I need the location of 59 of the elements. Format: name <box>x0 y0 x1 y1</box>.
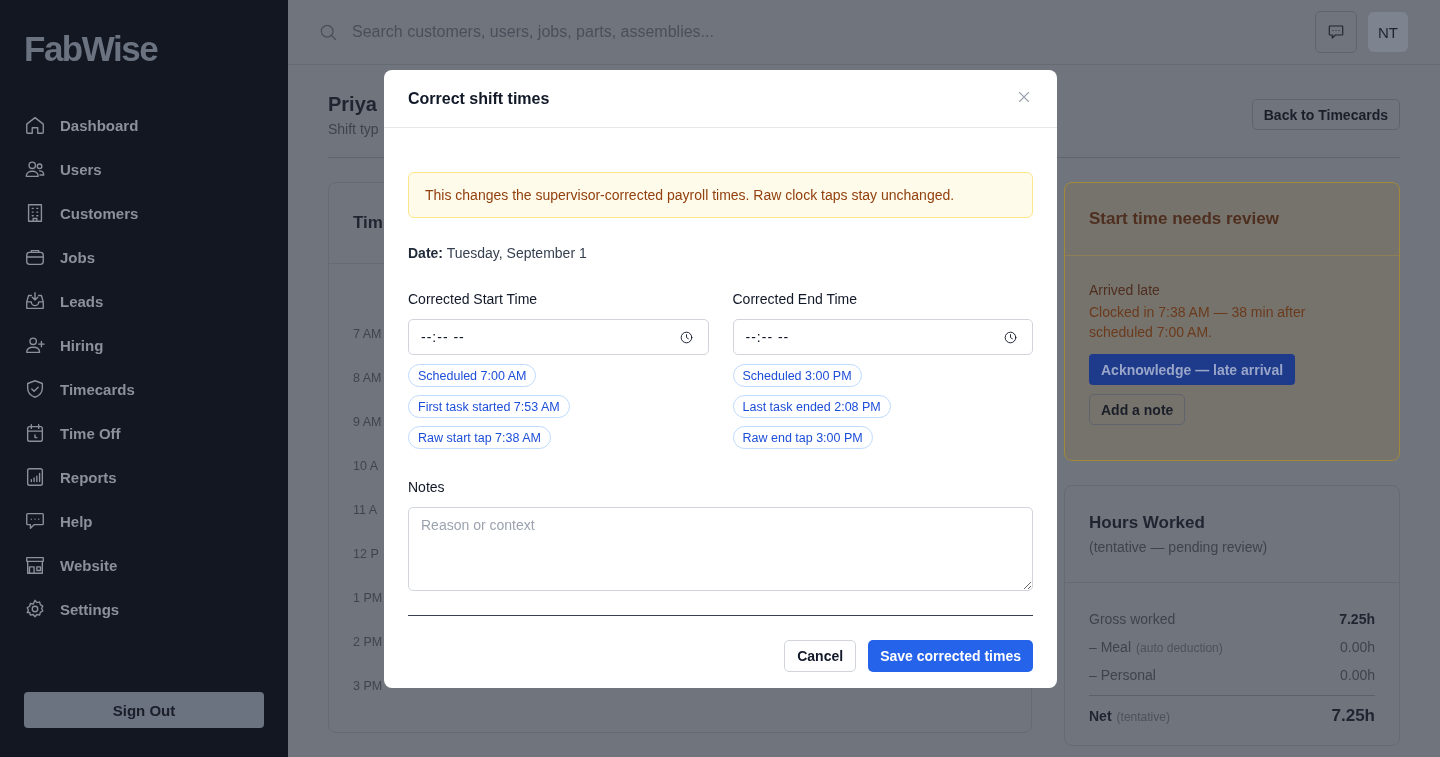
nav-item[interactable]: Jobs <box>24 244 95 270</box>
nav-item[interactable]: Reports <box>24 464 117 490</box>
nav-item[interactable]: Hiring <box>24 332 104 358</box>
save-button[interactable]: Save corrected times <box>868 640 1033 672</box>
field-label: Notes <box>408 478 446 497</box>
time-field[interactable]: --:-- -- <box>732 319 1033 355</box>
storefront-icon <box>24 554 46 576</box>
users-icon <box>24 158 46 180</box>
search-icon <box>318 22 338 42</box>
time-chip[interactable]: Last task ended 2:08 PM <box>732 395 891 418</box>
nav-item[interactable]: Help <box>24 508 93 534</box>
nav-item[interactable]: Dashboard <box>24 112 139 138</box>
nav-item[interactable]: Settings <box>24 596 120 622</box>
chat-bubble-icon <box>24 510 46 532</box>
notes-field[interactable]: Reason or context <box>408 507 1033 591</box>
time-chip[interactable]: Raw end tap 3:00 PM <box>732 426 873 449</box>
avatar-button[interactable]: NT <box>1368 12 1408 52</box>
row-label: Net <box>1089 707 1112 726</box>
row-value: 7.25h <box>1331 705 1375 727</box>
clock-icon <box>1003 329 1018 345</box>
logo: FabWise <box>24 30 158 68</box>
chat-bubble-icon <box>1327 23 1345 41</box>
time-field[interactable]: --:-- -- <box>408 319 709 355</box>
sign-out-button[interactable]: Sign Out <box>24 692 264 728</box>
bar-chart-icon <box>24 466 46 488</box>
nav-item[interactable]: Customers <box>24 200 139 226</box>
calendar-icon <box>24 422 46 444</box>
nav-item[interactable]: Time Off <box>24 420 121 446</box>
review-message: Clocked in 7:38 AM — 38 min after scheduled 7:00 AM. <box>1089 303 1307 342</box>
field-label: Corrected End Time <box>732 290 857 309</box>
time-chip[interactable]: Scheduled 7:00 AM <box>408 364 537 387</box>
time-chip[interactable]: Raw start tap 7:38 AM <box>408 426 551 449</box>
cancel-button[interactable]: Cancel <box>784 640 857 672</box>
nav-item[interactable]: Timecards <box>24 376 135 402</box>
time-chip[interactable]: First task started 7:53 AM <box>408 395 570 418</box>
warning-alert: This changes the supervisor-corrected payroll times. Raw clock taps stay unchanged. <box>408 172 1033 218</box>
back-button[interactable]: Back to Timecards <box>1251 99 1400 130</box>
acknowledge-button[interactable]: Acknowledge — late arrival <box>1089 354 1296 385</box>
page-title: Priya <box>328 92 378 117</box>
home-icon <box>24 114 46 136</box>
review-heading: Arrived late <box>1089 282 1160 298</box>
date-text: Date: Tuesday, September 1 <box>408 244 588 263</box>
nav-item[interactable]: Website <box>24 552 118 578</box>
modal-title: Correct shift times <box>408 89 550 108</box>
add-note-button[interactable]: Add a note <box>1089 394 1186 425</box>
card-title: Tim <box>353 213 383 233</box>
nav-item[interactable]: Users <box>24 156 102 182</box>
settings-icon <box>24 598 46 620</box>
time-chip[interactable]: Scheduled 3:00 PM <box>732 364 862 387</box>
messages-button[interactable] <box>1315 11 1357 53</box>
inbox-download-icon <box>24 290 46 312</box>
shield-check-icon <box>24 378 46 400</box>
card-title: Start time needs review <box>1089 209 1279 229</box>
user-plus-icon <box>24 334 46 356</box>
row-value: 7.25h <box>1339 610 1375 629</box>
clock-icon <box>678 329 694 345</box>
card-title: Hours Worked <box>1089 513 1205 533</box>
nav-item[interactable]: Leads <box>24 288 104 314</box>
field-label: Corrected Start Time <box>408 290 538 309</box>
